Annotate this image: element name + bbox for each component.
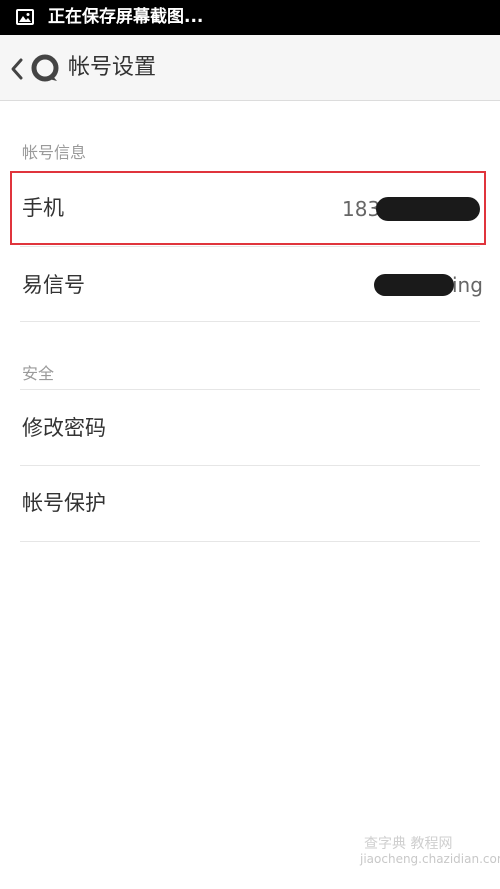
section-header-account-info: 帐号信息 (22, 143, 87, 162)
watermark-title: 查字典 教程网 (364, 836, 453, 852)
page-title: 帐号设置 (68, 55, 157, 80)
status-text: 正在保存屏幕截图... (48, 7, 204, 27)
yixin-id-row[interactable]: 易信号 ing (20, 246, 483, 321)
divider (20, 541, 480, 542)
section-header-security: 安全 (22, 364, 55, 383)
divider (20, 321, 480, 322)
app-logo-icon[interactable] (30, 53, 60, 83)
redaction-mark (374, 274, 454, 296)
yixin-id-label: 易信号 (22, 273, 85, 297)
action-bar: 帐号设置 (0, 35, 500, 101)
account-protection-row[interactable]: 帐号保护 (20, 466, 480, 541)
yixin-id-value: ing (452, 273, 483, 297)
change-password-row[interactable]: 修改密码 (20, 390, 480, 465)
chevron-left-icon[interactable] (9, 57, 25, 81)
change-password-label: 修改密码 (22, 416, 106, 440)
status-bar: 正在保存屏幕截图... (0, 0, 500, 35)
highlight-box (10, 171, 486, 245)
image-icon (16, 9, 34, 25)
account-protection-label: 帐号保护 (22, 491, 106, 515)
watermark-url: jiaocheng.chazidian.com (360, 852, 500, 866)
